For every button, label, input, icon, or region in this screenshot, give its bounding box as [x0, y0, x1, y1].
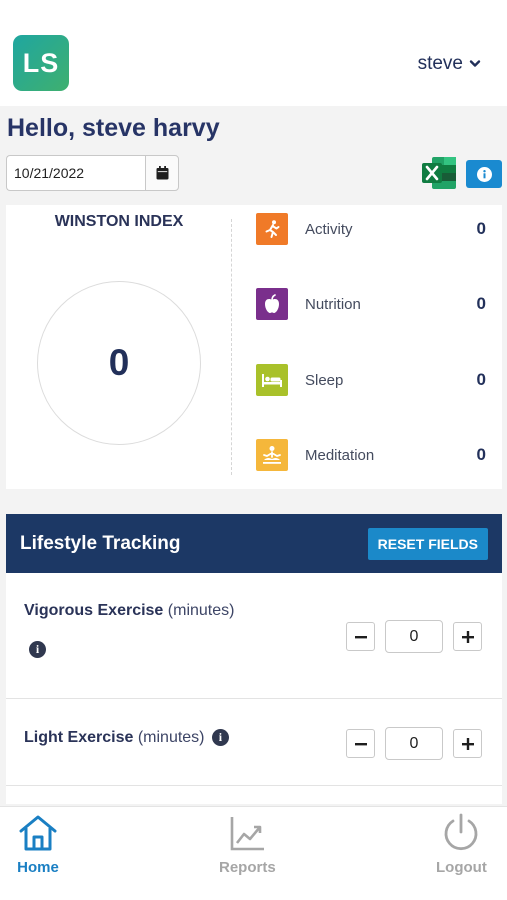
nav-label: Logout: [436, 859, 487, 876]
nav-reports[interactable]: Reports: [219, 813, 276, 876]
power-icon: [445, 813, 478, 851]
row-unit: (minutes): [167, 602, 235, 619]
nav-label: Reports: [219, 859, 276, 876]
metric-label: Activity: [305, 220, 353, 238]
user-name[interactable]: steve: [418, 53, 463, 75]
info-button[interactable]: [466, 160, 502, 188]
home-icon: [19, 815, 57, 851]
minus-icon: [354, 742, 367, 745]
minus-icon: [354, 635, 367, 638]
meditation-icon: [256, 439, 288, 471]
row-label: Light Exercise (minutes) i: [24, 729, 229, 747]
user-menu[interactable]: steve: [418, 53, 481, 75]
metric-label: Sleep: [305, 371, 344, 389]
quantity-input[interactable]: [385, 727, 443, 760]
metric-value: 0: [476, 370, 486, 389]
metric-nutrition: Nutrition 0: [256, 288, 486, 320]
row-unit: (minutes): [137, 729, 205, 746]
nav-label: Home: [17, 859, 59, 876]
metric-value: 0: [476, 219, 486, 238]
winston-index-title: WINSTON INDEX: [54, 213, 184, 230]
metric-label: Nutrition: [305, 295, 361, 313]
plus-icon: [461, 630, 474, 643]
date-picker[interactable]: [6, 155, 179, 191]
row-label: Vigorous Exercise (minutes): [24, 602, 234, 620]
increment-button[interactable]: [453, 729, 482, 758]
metric-sleep: Sleep 0: [256, 364, 486, 396]
calendar-icon: [156, 166, 168, 180]
bottom-navigation: Home Reports Logout: [0, 806, 507, 900]
reset-fields-button[interactable]: RESET FIELDS: [367, 527, 488, 560]
metric-activity: Activity 0: [256, 213, 486, 245]
metric-value: 0: [476, 294, 486, 313]
chart-icon: [231, 817, 265, 851]
row-label-text: Vigorous Exercise: [24, 602, 164, 619]
apple-icon: [256, 288, 288, 320]
metric-meditation: Meditation 0: [256, 439, 486, 471]
app-logo[interactable]: LS: [13, 35, 69, 91]
info-icon: [476, 166, 492, 182]
winston-index-score: 0: [37, 281, 201, 445]
metric-value: 0: [476, 445, 486, 464]
date-input[interactable]: [6, 155, 145, 191]
bed-icon: [256, 364, 288, 396]
quantity-input[interactable]: [385, 620, 443, 653]
row-label-text: Light Exercise: [24, 729, 134, 746]
tracking-title: Lifestyle Tracking: [20, 532, 181, 554]
metric-label: Meditation: [305, 446, 375, 464]
chevron-down-icon[interactable]: [469, 58, 481, 70]
increment-button[interactable]: [453, 622, 482, 651]
greeting-title: Hello, steve harvy: [7, 114, 220, 142]
calendar-button[interactable]: [145, 155, 179, 191]
lifestyle-tracking-panel: Lifestyle Tracking RESET FIELDS Vigorous…: [6, 514, 502, 804]
winston-index-card: WINSTON INDEX 0 Activity 0 Nutrition 0 S…: [6, 205, 502, 489]
quantity-stepper: [346, 620, 482, 653]
divider: [231, 219, 232, 475]
tracking-row-vigorous-exercise: Vigorous Exercise (minutes) i: [6, 573, 502, 699]
tracking-row-light-exercise: Light Exercise (minutes) i: [6, 699, 502, 786]
decrement-button[interactable]: [346, 622, 375, 651]
nav-home[interactable]: Home: [17, 813, 59, 876]
quantity-stepper: [346, 727, 482, 760]
running-person-icon: [256, 213, 288, 245]
info-icon[interactable]: i: [29, 641, 46, 658]
info-icon[interactable]: i: [211, 729, 229, 746]
plus-icon: [461, 737, 474, 750]
decrement-button[interactable]: [346, 729, 375, 758]
nav-logout[interactable]: Logout: [436, 813, 487, 876]
excel-export-icon[interactable]: [421, 156, 457, 190]
tracking-header: Lifestyle Tracking RESET FIELDS: [6, 514, 502, 573]
app-header: LS steve: [0, 0, 507, 106]
